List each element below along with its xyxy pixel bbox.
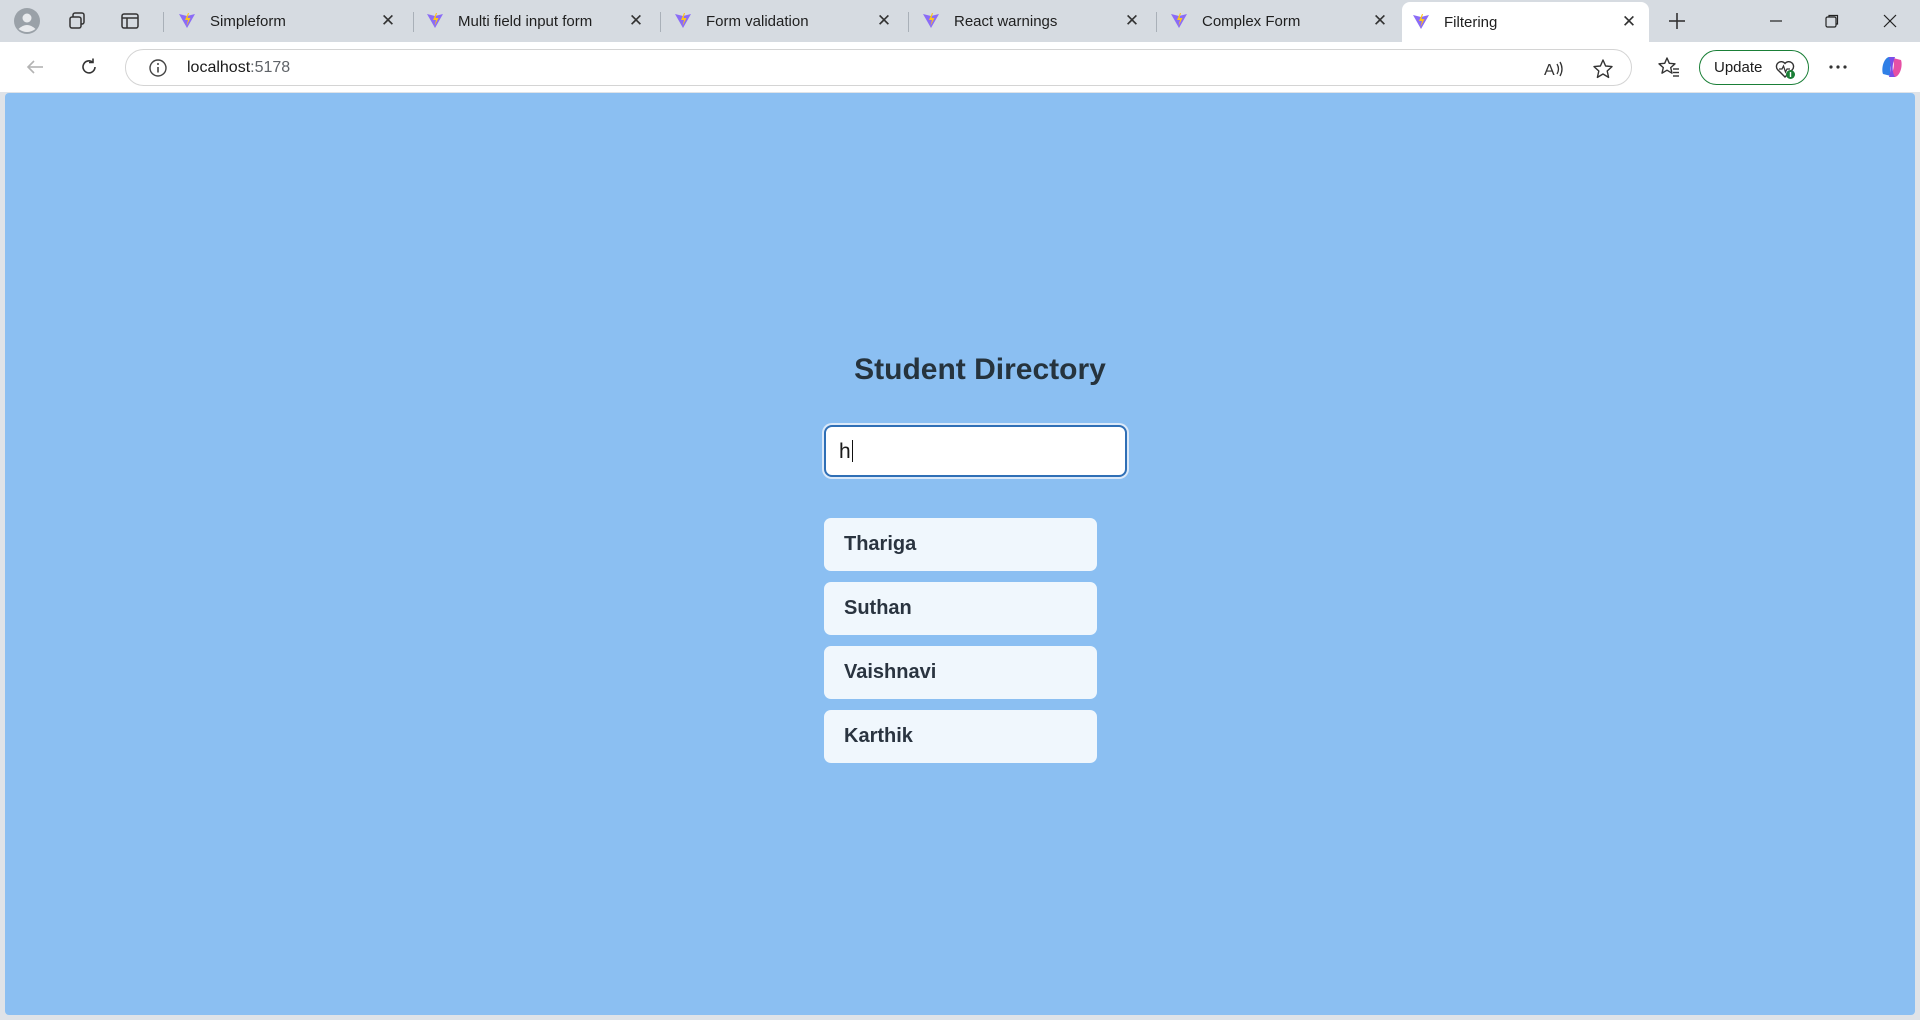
favorites-icon[interactable] xyxy=(1652,50,1686,84)
tab-separator xyxy=(908,12,909,32)
close-tab-icon[interactable]: ✕ xyxy=(1619,12,1639,32)
restore-icon[interactable] xyxy=(1804,0,1860,42)
tab-separator xyxy=(660,12,661,32)
tab-react-warnings[interactable]: React warnings ✕ xyxy=(912,2,1152,40)
workspaces-icon[interactable] xyxy=(60,6,94,36)
list-item: Karthik xyxy=(824,710,1097,763)
tab-title: Filtering xyxy=(1444,13,1498,31)
tab-title: Form validation xyxy=(706,12,809,30)
svg-text:A: A xyxy=(1544,62,1555,79)
more-icon[interactable] xyxy=(1821,50,1855,84)
tab-complex-form[interactable]: Complex Form ✕ xyxy=(1160,2,1400,40)
search-input[interactable]: h xyxy=(824,425,1127,477)
plus-icon[interactable] xyxy=(1660,6,1694,36)
tab-title: React warnings xyxy=(954,12,1058,30)
vite-logo-icon xyxy=(1171,13,1187,28)
tab-multi-field-input-form[interactable]: Multi field input form ✕ xyxy=(416,2,656,40)
tab-title: Complex Form xyxy=(1202,12,1301,30)
profile-icon[interactable] xyxy=(10,6,44,36)
search-value: h xyxy=(839,440,853,464)
list-item: Suthan xyxy=(824,582,1097,635)
tab-strip: Simpleform ✕ Multi field input form ✕ Fo… xyxy=(0,0,1920,42)
list-item: Vaishnavi xyxy=(824,646,1097,699)
vite-logo-icon xyxy=(1413,14,1429,29)
student-list: Thariga Suthan Vaishnavi Karthik xyxy=(824,518,1097,774)
list-item: Thariga xyxy=(824,518,1097,571)
copilot-icon[interactable] xyxy=(1875,50,1909,84)
minimize-icon[interactable] xyxy=(1748,0,1804,42)
tab-title: Simpleform xyxy=(210,12,286,30)
close-tab-icon[interactable]: ✕ xyxy=(874,11,894,31)
search-value-text: h xyxy=(839,440,851,463)
tab-separator xyxy=(1156,12,1157,32)
close-tab-icon[interactable]: ✕ xyxy=(626,11,646,31)
tab-actions-icon[interactable] xyxy=(113,6,147,36)
reload-icon[interactable] xyxy=(72,50,106,84)
info-icon[interactable] xyxy=(148,58,168,78)
address-bar[interactable]: localhost:5178 A xyxy=(125,49,1632,86)
update-button[interactable]: Update xyxy=(1699,50,1809,85)
url-host: localhost xyxy=(187,59,251,76)
page-viewport: Student Directory h Thariga Suthan Vaish… xyxy=(5,93,1915,1015)
update-label: Update xyxy=(1714,59,1763,76)
read-aloud-icon[interactable]: A xyxy=(1543,58,1565,80)
close-tab-icon[interactable]: ✕ xyxy=(1122,11,1142,31)
star-icon[interactable] xyxy=(1592,58,1614,80)
close-icon[interactable] xyxy=(1862,0,1918,42)
tab-simpleform[interactable]: Simpleform ✕ xyxy=(168,2,408,40)
url-text: localhost:5178 xyxy=(187,59,290,77)
vite-logo-icon xyxy=(923,13,939,28)
vite-logo-icon xyxy=(427,13,443,28)
close-tab-icon[interactable]: ✕ xyxy=(378,11,398,31)
vite-logo-icon xyxy=(179,13,195,28)
tab-separator xyxy=(163,12,164,32)
back-arrow-icon[interactable] xyxy=(18,50,52,84)
vite-logo-icon xyxy=(675,13,691,28)
tab-filtering[interactable]: Filtering ✕ xyxy=(1402,2,1649,42)
close-tab-icon[interactable]: ✕ xyxy=(1370,11,1390,31)
text-caret xyxy=(851,440,853,462)
heart-pulse-icon xyxy=(1775,61,1795,79)
tab-separator xyxy=(413,12,414,32)
url-port: :5178 xyxy=(250,59,291,76)
page-title: Student Directory xyxy=(854,353,1106,386)
tab-title: Multi field input form xyxy=(458,12,593,30)
tab-form-validation[interactable]: Form validation ✕ xyxy=(664,2,904,40)
toolbar: localhost:5178 A Update xyxy=(0,42,1920,92)
